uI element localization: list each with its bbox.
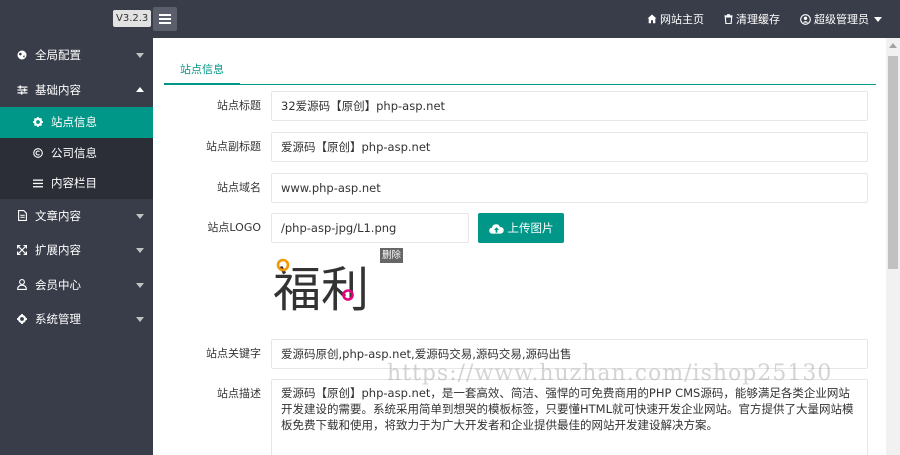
chevron-down-icon	[874, 16, 882, 22]
sidebar-item-extended-content[interactable]: 扩展内容	[0, 233, 153, 268]
site-description-textarea[interactable]: 爱源码【原创】php-asp.net，是一套高效、简洁、强悍的可免费商用的PHP…	[271, 379, 868, 455]
version-badge: V3.2.3	[113, 10, 152, 27]
trash-icon	[724, 14, 733, 24]
sidebar-item-basic-content[interactable]: 基础内容	[0, 73, 153, 108]
site-description-label: 站点描述	[217, 387, 261, 400]
sliders-icon	[15, 85, 29, 95]
site-subtitle-row: 站点副标题 爱源码【原创】php-asp.net	[153, 132, 900, 162]
sidebar-item-global-config[interactable]: 全局配置	[0, 38, 153, 73]
user-circle-icon	[800, 13, 811, 25]
copyright-icon	[31, 147, 45, 158]
delete-logo-button[interactable]: 删除	[380, 248, 404, 263]
clear-cache-label: 清理缓存	[736, 13, 780, 26]
sidebar-subnav: 站点信息 公司信息 内容栏目	[0, 107, 153, 199]
main-content: 站点信息 站点标题 32爱源码【原创】php-asp.net 站点副标题 爱源码…	[153, 38, 900, 455]
sidebar-item-label: 全局配置	[35, 48, 81, 63]
chevron-down-icon	[136, 282, 144, 288]
logo-preview-text: 福利	[273, 262, 369, 318]
sidebar-item-label: 文章内容	[35, 208, 81, 223]
chevron-down-icon	[136, 317, 144, 322]
user-menu[interactable]: 超级管理员	[800, 11, 882, 27]
site-keywords-label: 站点关键字	[206, 347, 261, 360]
scrollbar-thumb[interactable]	[888, 56, 898, 269]
menu-toggle-button[interactable]	[153, 7, 177, 31]
scroll-up-arrow-icon[interactable]	[889, 43, 897, 48]
gear-icon	[31, 117, 45, 128]
site-domain-row: 站点域名 www.php-asp.net	[153, 173, 900, 203]
site-title-label: 站点标题	[217, 99, 261, 112]
site-subtitle-input[interactable]: 爱源码【原创】php-asp.net	[271, 132, 868, 162]
sidebar-item-label: 会员中心	[35, 277, 81, 292]
cog-icon	[15, 314, 29, 325]
top-nav: 网站主页 清理缓存 超级管理员	[647, 0, 900, 38]
home-icon	[647, 14, 657, 24]
upload-button-label: 上传图片	[507, 221, 554, 235]
site-keywords-input[interactable]: 爱源码原创,php-asp.net,爱源码交易,源码交易,源码出售	[271, 339, 868, 369]
page-scrollbar[interactable]	[886, 38, 900, 455]
chevron-down-icon	[136, 53, 144, 58]
user-icon	[15, 279, 29, 291]
sidebar-item-company-info[interactable]: 公司信息	[0, 138, 153, 169]
sidebar-item-content-columns[interactable]: 内容栏目	[0, 168, 153, 199]
sidebar-item-label: 系统管理	[35, 312, 81, 327]
sidebar-item-label: 内容栏目	[51, 176, 97, 191]
site-domain-label: 站点域名	[217, 181, 261, 194]
file-icon	[15, 210, 29, 222]
sidebar-item-system-management[interactable]: 系统管理	[0, 302, 153, 337]
site-logo-input[interactable]: /php-asp-jpg/L1.png	[271, 213, 469, 243]
cloud-upload-icon	[488, 223, 504, 234]
globe-icon	[15, 50, 29, 60]
home-link-label: 网站主页	[660, 13, 704, 26]
sidebar-item-site-info[interactable]: 站点信息	[0, 107, 153, 138]
sidebar: 全局配置 基础内容 站点信息 公司信息 内容栏目 文章内容 扩展内容 会员中心	[0, 38, 153, 455]
brand-area: V3.2.3	[0, 0, 153, 38]
sidebar-item-member-center[interactable]: 会员中心	[0, 268, 153, 303]
sidebar-item-label: 公司信息	[51, 145, 97, 160]
user-menu-label: 超级管理员	[814, 13, 869, 26]
chevron-down-icon	[136, 248, 144, 253]
expand-icon	[15, 245, 29, 256]
sidebar-item-label: 基础内容	[35, 82, 81, 97]
home-link[interactable]: 网站主页	[647, 11, 704, 27]
sidebar-item-article-content[interactable]: 文章内容	[0, 199, 153, 234]
tab-bar: 站点信息	[164, 56, 876, 85]
upload-image-button[interactable]: 上传图片	[478, 213, 564, 243]
site-subtitle-label: 站点副标题	[206, 140, 261, 153]
chevron-down-icon	[136, 213, 144, 219]
chevron-up-icon	[136, 86, 144, 92]
site-keywords-row: 站点关键字 爱源码原创,php-asp.net,爱源码交易,源码交易,源码出售	[153, 339, 900, 369]
top-header: V3.2.3 网站主页 清理缓存 超级管理员	[0, 0, 900, 38]
site-domain-input[interactable]: www.php-asp.net	[271, 173, 868, 203]
site-title-input[interactable]: 32爱源码【原创】php-asp.net	[271, 91, 868, 121]
tab-site-info[interactable]: 站点信息	[164, 56, 240, 85]
sidebar-item-label: 站点信息	[51, 115, 97, 130]
site-logo-row: 站点LOGO /php-asp-jpg/L1.png 上传图片	[153, 213, 900, 243]
list-icon	[31, 179, 45, 188]
clear-cache-link[interactable]: 清理缓存	[724, 11, 780, 27]
site-logo-label: 站点LOGO	[207, 221, 261, 234]
sidebar-item-label: 扩展内容	[35, 243, 81, 258]
site-title-row: 站点标题 32爱源码【原创】php-asp.net	[153, 91, 900, 121]
